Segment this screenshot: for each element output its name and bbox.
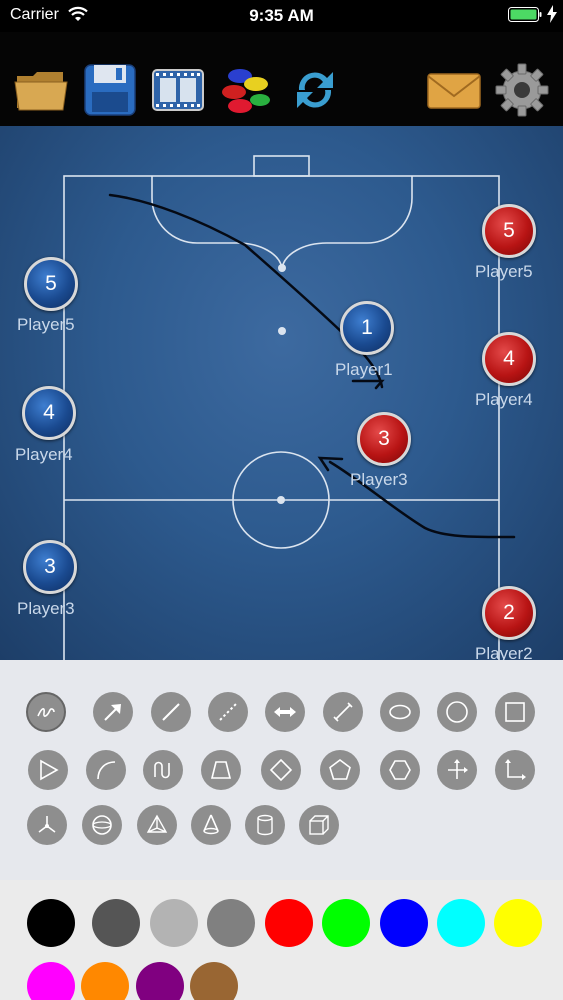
color-swatch-orange[interactable] <box>81 962 129 1000</box>
color-swatch-purple[interactable] <box>136 962 184 1000</box>
cone-icon[interactable] <box>191 805 231 845</box>
corner-arrows-icon[interactable] <box>495 750 535 790</box>
arc-icon[interactable] <box>86 750 126 790</box>
cross-arrows-icon[interactable] <box>437 750 477 790</box>
measure-line-icon[interactable] <box>323 692 363 732</box>
color-swatch-red[interactable] <box>265 899 313 947</box>
arrow-icon[interactable] <box>93 692 133 732</box>
gear-icon[interactable] <box>494 62 550 118</box>
color-swatch-yellow[interactable] <box>494 899 542 947</box>
color-palette <box>0 880 563 1000</box>
player-token-red-2[interactable]: 2 <box>482 586 536 640</box>
player-label: Player5 <box>475 262 533 281</box>
player-label: Player4 <box>15 445 73 464</box>
line-icon[interactable] <box>151 692 191 732</box>
film-icon[interactable] <box>150 62 206 118</box>
refresh-icon[interactable] <box>287 62 343 118</box>
cones-icon[interactable] <box>218 62 274 118</box>
player-token-blue-4[interactable]: 4 <box>22 386 76 440</box>
player-label: Player2 <box>475 644 533 660</box>
color-swatch-brown[interactable] <box>190 962 238 1000</box>
ellipse-icon[interactable] <box>380 692 420 732</box>
pentagon-icon[interactable] <box>320 750 360 790</box>
hexagon-icon[interactable] <box>380 750 420 790</box>
diamond-icon[interactable] <box>261 750 301 790</box>
mail-icon[interactable] <box>426 62 482 118</box>
status-bar: Carrier 9:35 AM <box>0 0 563 32</box>
cylinder-icon[interactable] <box>245 805 285 845</box>
player-token-blue-3[interactable]: 3 <box>23 540 77 594</box>
player-label: Player3 <box>350 470 408 489</box>
battery-icon <box>508 7 542 22</box>
charging-bolt-icon <box>547 5 557 23</box>
triangle-play-icon[interactable] <box>28 750 68 790</box>
sphere-icon[interactable] <box>82 805 122 845</box>
color-swatch-black[interactable] <box>27 899 75 947</box>
cube-icon[interactable] <box>299 805 339 845</box>
player-label: Player3 <box>17 599 75 618</box>
drawn-run-arrowhead <box>351 379 385 390</box>
top-toolbar <box>0 32 563 126</box>
dashed-line-icon[interactable] <box>208 692 248 732</box>
player-token-red-5[interactable]: 5 <box>482 204 536 258</box>
color-swatch-cyan[interactable] <box>437 899 485 947</box>
drawing-tools-panel <box>0 660 563 880</box>
color-swatch-blue[interactable] <box>380 899 428 947</box>
folder-icon[interactable] <box>13 62 69 118</box>
player-label: Player1 <box>335 360 393 379</box>
zigzag-icon[interactable] <box>143 750 183 790</box>
color-swatch-green[interactable] <box>322 899 370 947</box>
status-time: 9:35 AM <box>249 6 314 25</box>
player-token-red-4[interactable]: 4 <box>482 332 536 386</box>
freehand-icon[interactable] <box>26 692 66 732</box>
color-swatch-gray[interactable] <box>207 899 255 947</box>
square-icon[interactable] <box>495 692 535 732</box>
axis-3d-icon[interactable] <box>27 805 67 845</box>
futsal-court[interactable]: 5 Player5 4 Player4 3 Player3 1 Player1 … <box>0 126 563 660</box>
player-label: Player4 <box>475 390 533 409</box>
save-icon[interactable] <box>82 62 138 118</box>
circle-icon[interactable] <box>437 692 477 732</box>
color-swatch-light-gray[interactable] <box>150 899 198 947</box>
player-token-blue-1[interactable]: 1 <box>340 301 394 355</box>
color-swatch-magenta[interactable] <box>27 962 75 1000</box>
player-token-blue-5[interactable]: 5 <box>24 257 78 311</box>
pyramid-icon[interactable] <box>137 805 177 845</box>
player-label: Player5 <box>17 315 75 334</box>
player-token-red-3[interactable]: 3 <box>357 412 411 466</box>
double-arrow-icon[interactable] <box>265 692 305 732</box>
trapezoid-icon[interactable] <box>201 750 241 790</box>
color-swatch-dark-gray[interactable] <box>92 899 140 947</box>
drawn-run-line <box>108 193 384 389</box>
